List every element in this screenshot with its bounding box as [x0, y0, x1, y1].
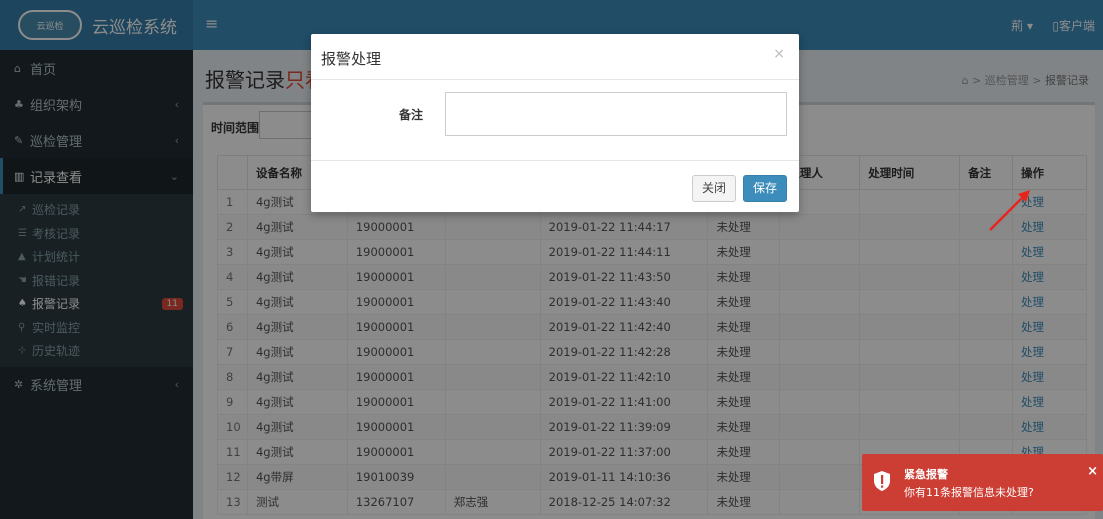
close-icon[interactable]: × — [1087, 464, 1098, 479]
dialog-header: 报警处理 × — [311, 34, 799, 80]
dialog-title: 报警处理 — [321, 50, 382, 68]
toast-title: 紧急报警 — [904, 468, 948, 481]
close-button[interactable]: 关闭 — [692, 175, 737, 202]
arrow-shaft — [989, 193, 1027, 231]
note-textarea[interactable] — [445, 92, 787, 136]
toast-message: 你有11条报警信息未处理? — [904, 486, 1034, 499]
alarm-toast: 紧急报警 你有11条报警信息未处理? × — [862, 454, 1103, 511]
save-button[interactable]: 保存 — [743, 175, 788, 202]
dialog-footer: 关闭 保存 — [311, 160, 799, 212]
red-arrow-annotation — [989, 190, 1030, 231]
shield-alert-icon — [874, 471, 890, 491]
close-icon[interactable]: × — [773, 46, 785, 62]
alarm-handle-dialog: 报警处理 × 备注 关闭 保存 — [311, 34, 799, 212]
note-label: 备注 — [399, 108, 424, 122]
